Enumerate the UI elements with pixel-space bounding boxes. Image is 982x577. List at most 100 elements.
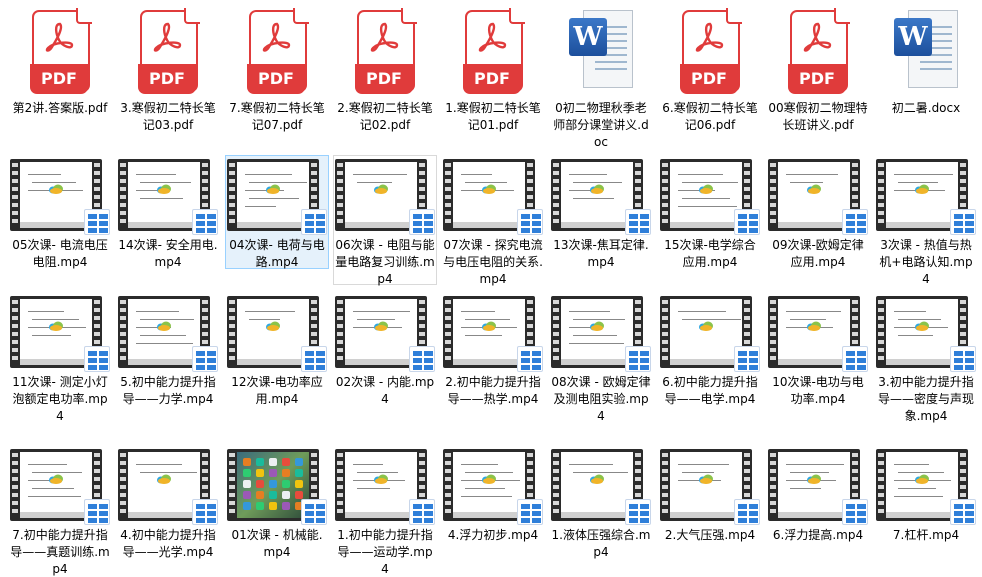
video-thumbnail xyxy=(345,299,417,365)
video-thumbnail xyxy=(345,162,417,228)
video-icon xyxy=(443,296,543,372)
video-thumbnail xyxy=(670,162,742,228)
video-thumbnail xyxy=(453,162,525,228)
video-icon xyxy=(335,159,435,235)
video-thumbnail xyxy=(561,162,633,228)
video-thumbnail xyxy=(20,452,92,518)
cloud-icon xyxy=(49,184,63,194)
video-icon xyxy=(443,449,543,525)
video-file-badge-icon xyxy=(84,209,110,235)
cloud-icon xyxy=(915,184,929,194)
file-name: 2.寒假初二特长笔记02.pdf xyxy=(337,101,433,132)
file-name: 0初二物理秋季老师部分课堂讲义.doc xyxy=(553,101,649,149)
video-icon xyxy=(227,159,327,235)
video-icon xyxy=(768,296,868,372)
file-name: 4.初中能力提升指导——光学.mp4 xyxy=(120,528,216,559)
video-file-badge-icon xyxy=(734,209,760,235)
video-thumbnail xyxy=(778,299,850,365)
video-thumbnail xyxy=(345,452,417,518)
file-name: 1.液体压强综合.mp4 xyxy=(551,528,651,559)
cloud-icon xyxy=(699,474,713,484)
file-name: 05次课- 电流电压电阻.mp4 xyxy=(12,238,108,269)
video-file-badge-icon xyxy=(734,346,760,372)
video-thumbnail xyxy=(561,452,633,518)
cloud-icon xyxy=(482,321,496,331)
cloud-icon xyxy=(915,321,929,331)
video-file-badge-icon xyxy=(301,209,327,235)
video-thumbnail xyxy=(20,162,92,228)
cloud-icon xyxy=(482,184,496,194)
word-icon: W xyxy=(569,8,635,92)
pdf-icon: PDF xyxy=(247,8,309,94)
video-file-badge-icon xyxy=(192,209,218,235)
video-thumbnail xyxy=(670,299,742,365)
cloud-icon xyxy=(374,321,388,331)
file-name: 10次课-电功与电功率.mp4 xyxy=(772,375,864,406)
pdf-icon: PDF xyxy=(463,8,525,94)
cloud-icon xyxy=(49,321,63,331)
video-thumbnail xyxy=(886,299,958,365)
video-file-badge-icon xyxy=(409,346,435,372)
cloud-icon xyxy=(590,474,604,484)
video-icon xyxy=(443,159,543,235)
pdf-icon: PDF xyxy=(138,8,200,94)
file-name: 3.寒假初二特长笔记03.pdf xyxy=(120,101,216,132)
pdf-icon: PDF xyxy=(788,8,850,94)
video-icon xyxy=(551,159,651,235)
video-icon xyxy=(227,449,327,525)
video-file-badge-icon xyxy=(192,346,218,372)
file-name: 11次课- 测定小灯泡额定电功率.mp4 xyxy=(12,375,108,423)
video-thumbnail xyxy=(237,162,309,228)
cloud-icon xyxy=(807,321,821,331)
cloud-icon xyxy=(699,321,713,331)
file-name: 08次课 - 欧姆定律及测电阻实验.mp4 xyxy=(551,375,651,423)
video-thumbnail xyxy=(237,299,309,365)
pdf-icon: PDF xyxy=(355,8,417,94)
cloud-icon xyxy=(266,184,280,194)
video-thumbnail xyxy=(886,162,958,228)
video-file-badge-icon xyxy=(517,499,543,525)
cloud-icon xyxy=(157,184,171,194)
cloud-icon xyxy=(482,474,496,484)
video-file-badge-icon xyxy=(409,209,435,235)
video-thumbnail xyxy=(20,299,92,365)
word-icon: W xyxy=(894,8,960,92)
video-icon xyxy=(876,449,976,525)
file-name: 15次课-电学综合应用.mp4 xyxy=(664,238,756,269)
file-name: 12次课-电功率应用.mp4 xyxy=(231,375,323,406)
video-thumbnail xyxy=(128,299,200,365)
file-name: 3次课 - 热值与热机+电路认知.mp4 xyxy=(879,238,973,286)
video-file-badge-icon xyxy=(625,346,651,372)
video-icon xyxy=(876,296,976,372)
cloud-icon xyxy=(807,474,821,484)
file-name: 6.浮力提高.mp4 xyxy=(772,528,864,542)
file-name: 初二暑.docx xyxy=(891,101,961,115)
file-name: 7.寒假初二特长笔记07.pdf xyxy=(229,101,325,132)
file-name: 09次课-欧姆定律应用.mp4 xyxy=(772,238,864,269)
video-icon xyxy=(768,449,868,525)
cloud-icon xyxy=(699,184,713,194)
video-file-badge-icon xyxy=(517,346,543,372)
pdf-icon: PDF xyxy=(30,8,92,94)
cloud-icon xyxy=(157,474,171,484)
file-name: 06次课 - 电阻与能量电路复习训练.mp4 xyxy=(335,238,435,286)
video-icon xyxy=(118,159,218,235)
file-name: 7.初中能力提升指导——真题训练.mp4 xyxy=(10,528,110,576)
cloud-icon xyxy=(590,321,604,331)
video-thumbnail xyxy=(778,162,850,228)
video-icon xyxy=(768,159,868,235)
video-file-badge-icon xyxy=(950,209,976,235)
file-name: 1.寒假初二特长笔记01.pdf xyxy=(445,101,541,132)
video-file-badge-icon xyxy=(625,209,651,235)
cloud-icon xyxy=(157,321,171,331)
video-file-badge-icon xyxy=(842,499,868,525)
cloud-icon xyxy=(915,474,929,484)
video-thumbnail xyxy=(453,452,525,518)
cloud-icon xyxy=(807,184,821,194)
video-icon xyxy=(335,296,435,372)
file-name: 4.浮力初步.mp4 xyxy=(447,528,539,542)
video-thumbnail xyxy=(670,452,742,518)
video-file-badge-icon xyxy=(301,346,327,372)
video-icon xyxy=(660,159,760,235)
video-file-badge-icon xyxy=(950,499,976,525)
